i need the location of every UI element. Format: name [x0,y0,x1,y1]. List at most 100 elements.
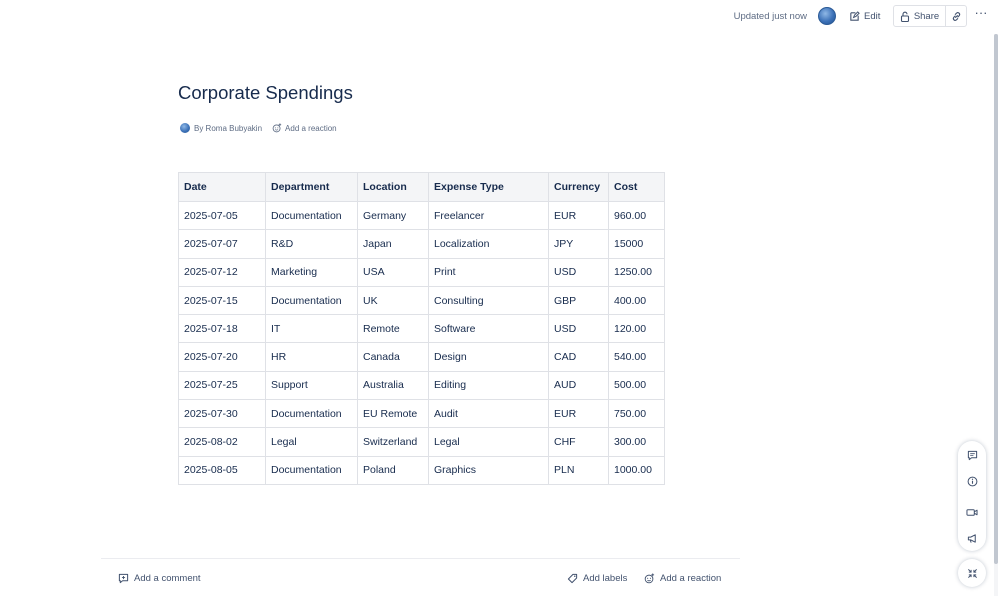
cell-date[interactable]: 2025-08-02 [178,427,266,457]
cell-currency[interactable]: JPY [548,229,609,259]
cell-cost[interactable]: 15000 [608,229,665,259]
cell-expense-type[interactable]: Graphics [428,455,549,485]
announcements-button[interactable] [962,528,982,548]
table-row: 2025-07-25 Support Australia Editing AUD… [178,370,665,401]
edit-button[interactable]: Edit [849,8,880,25]
cell-cost[interactable]: 1000.00 [608,455,665,485]
cell-cost[interactable]: 300.00 [608,427,665,457]
cell-location[interactable]: Poland [357,455,429,485]
cell-location[interactable]: Australia [357,370,429,401]
cell-date[interactable]: 2025-07-20 [178,342,266,372]
add-labels-label: Add labels [583,573,628,584]
cell-currency[interactable]: CHF [548,427,609,457]
cell-currency[interactable]: EUR [548,200,609,231]
copy-link-button[interactable] [945,5,967,27]
table-row: 2025-08-05 Documentation Poland Graphics… [178,455,665,485]
cell-expense-type[interactable]: Consulting [428,285,549,316]
cell-location[interactable]: Japan [357,229,429,259]
collapse-toolbar-button[interactable] [958,559,986,587]
cell-location[interactable]: EU Remote [357,399,429,429]
pencil-icon [849,11,860,22]
column-header-location[interactable]: Location [357,172,429,202]
more-actions-button[interactable]: ··· [973,6,989,24]
cell-department[interactable]: R&D [265,229,358,259]
cell-cost[interactable]: 1250.00 [608,257,665,287]
scrollbar-thumb[interactable] [994,34,998,564]
cell-date[interactable]: 2025-07-12 [178,257,266,287]
byline: By Roma Bubyakin Add a reaction [180,123,337,133]
cell-location[interactable]: Switzerland [357,427,429,457]
cell-expense-type[interactable]: Freelancer [428,200,549,231]
tag-icon [567,573,578,584]
cell-currency[interactable]: PLN [548,455,609,485]
column-header-date[interactable]: Date [178,172,266,202]
cell-date[interactable]: 2025-07-15 [178,285,266,316]
cell-expense-type[interactable]: Design [428,342,549,372]
page-info-button[interactable] [962,471,982,491]
add-reaction-button[interactable]: Add a reaction [644,573,721,584]
cell-location[interactable]: UK [357,285,429,316]
cell-currency[interactable]: EUR [548,399,609,429]
cell-expense-type[interactable]: Editing [428,370,549,401]
column-header-currency[interactable]: Currency [548,172,609,202]
cell-location[interactable]: Canada [357,342,429,372]
comment-icon [118,573,129,584]
cell-department[interactable]: IT [265,314,358,344]
column-header-cost[interactable]: Cost [608,172,665,202]
cell-location[interactable]: USA [357,257,429,287]
cell-department[interactable]: Support [265,370,358,401]
cell-cost[interactable]: 500.00 [608,370,665,401]
cell-department[interactable]: Marketing [265,257,358,287]
cell-expense-type[interactable]: Localization [428,229,549,259]
comments-panel-button[interactable] [962,445,982,465]
cell-cost[interactable]: 120.00 [608,314,665,344]
cell-currency[interactable]: USD [548,257,609,287]
cell-currency[interactable]: AUD [548,370,609,401]
cell-expense-type[interactable]: Software [428,314,549,344]
cell-currency[interactable]: CAD [548,342,609,372]
cell-date[interactable]: 2025-07-25 [178,370,266,401]
cell-date[interactable]: 2025-08-05 [178,455,266,485]
cell-expense-type[interactable]: Audit [428,399,549,429]
avatar[interactable] [818,7,836,25]
cell-cost[interactable]: 400.00 [608,285,665,316]
spendings-table: Date Department Location Expense Type Cu… [178,172,665,485]
cell-department[interactable]: Legal [265,427,358,457]
side-toolbar [958,441,986,551]
column-header-department[interactable]: Department [265,172,358,202]
table-row: 2025-07-05 Documentation Germany Freelan… [178,200,665,231]
cell-cost[interactable]: 960.00 [608,200,665,231]
info-icon [967,476,978,487]
column-header-expense-type[interactable]: Expense Type [428,172,549,202]
cell-expense-type[interactable]: Legal [428,427,549,457]
cell-cost[interactable]: 750.00 [608,399,665,429]
cell-department[interactable]: Documentation [265,200,358,231]
link-icon [951,11,962,22]
cell-date[interactable]: 2025-07-07 [178,229,266,259]
share-label: Share [913,10,940,22]
cell-currency[interactable]: GBP [548,285,609,316]
cell-date[interactable]: 2025-07-18 [178,314,266,344]
table-row: 2025-07-15 Documentation UK Consulting G… [178,285,665,316]
add-reaction-label: Add a reaction [660,573,722,584]
cell-location[interactable]: Remote [357,314,429,344]
add-reaction-button-top[interactable]: Add a reaction [272,123,337,133]
footer-divider [101,558,740,559]
cell-cost[interactable]: 540.00 [608,342,665,372]
cell-department[interactable]: Documentation [265,285,358,316]
emoji-add-icon [644,573,655,584]
cell-currency[interactable]: USD [548,314,609,344]
table-row: 2025-07-07 R&D Japan Localization JPY 15… [178,229,665,259]
record-video-button[interactable] [962,502,982,522]
cell-department[interactable]: Documentation [265,455,358,485]
cell-department[interactable]: Documentation [265,399,358,429]
cell-date[interactable]: 2025-07-05 [178,200,266,231]
add-labels-button[interactable]: Add labels [567,573,627,584]
cell-date[interactable]: 2025-07-30 [178,399,266,429]
cell-expense-type[interactable]: Print [428,257,549,287]
share-button[interactable]: Share [893,5,946,27]
add-comment-button[interactable]: Add a comment [118,573,201,584]
cell-department[interactable]: HR [265,342,358,372]
cell-location[interactable]: Germany [357,200,429,231]
author-byline[interactable]: By Roma Bubyakin [194,124,262,133]
